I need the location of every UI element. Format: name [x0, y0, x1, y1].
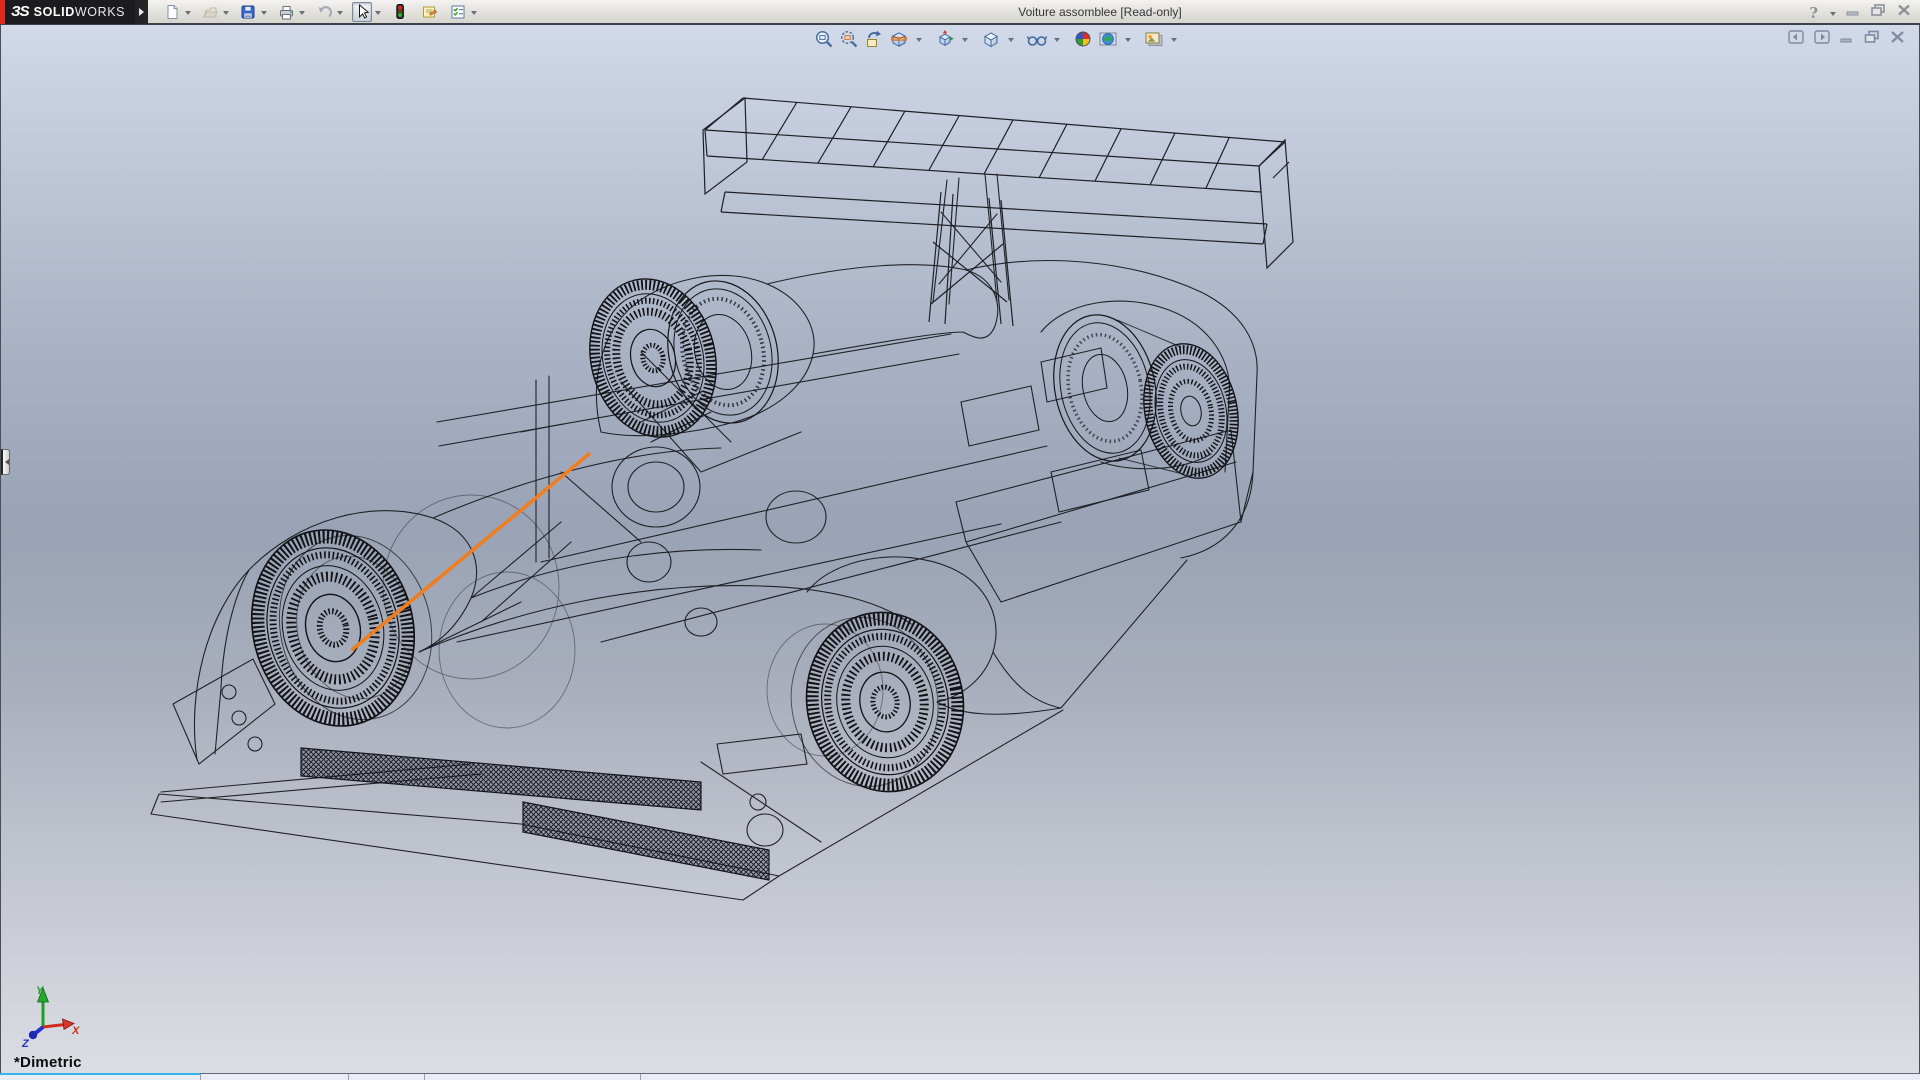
- rear-wing: [703, 98, 1293, 326]
- open-folder-icon: [200, 2, 220, 22]
- save-floppy-icon: [238, 2, 258, 22]
- dropdown-caret[interactable]: [375, 11, 381, 15]
- 3ds-logo-mark: ЗS: [11, 3, 29, 20]
- select-cursor-icon: [352, 2, 372, 22]
- status-accent-bar: [0, 1073, 200, 1075]
- x-axis-label: X: [71, 1025, 80, 1037]
- restore-button[interactable]: [1870, 3, 1887, 22]
- close-button[interactable]: [1896, 3, 1912, 22]
- front-left-wheel: [231, 508, 451, 743]
- dropdown-caret[interactable]: [337, 11, 343, 15]
- save-button[interactable]: [238, 2, 267, 22]
- front-right-wheel: [573, 265, 732, 450]
- open-document-button[interactable]: [200, 2, 229, 22]
- wireframe-car-model[interactable]: [1, 25, 1920, 1073]
- solidworks-logo: ЗS SOLIDWORKS: [0, 0, 135, 24]
- new-document-button[interactable]: [162, 2, 191, 22]
- logo-red-stripe: [0, 0, 5, 24]
- select-tool-button[interactable]: [352, 2, 381, 22]
- help-button[interactable]: ?: [1809, 4, 1818, 22]
- solidworks-wordmark: SOLIDWORKS: [34, 5, 125, 19]
- new-document-icon: [162, 2, 182, 22]
- minimize-button[interactable]: [1845, 3, 1861, 22]
- help-dropdown-caret[interactable]: [1830, 12, 1836, 16]
- status-bar: [0, 1073, 1920, 1080]
- dropdown-caret[interactable]: [261, 11, 267, 15]
- undo-arrow-icon: [314, 2, 334, 22]
- toolbar-flyout-button[interactable]: [135, 0, 148, 24]
- front-right-rim-face: [653, 269, 793, 435]
- dropdown-caret[interactable]: [185, 11, 191, 15]
- view-orientation-label: *Dimetric: [14, 1054, 82, 1071]
- z-axis-label: Z: [21, 1038, 30, 1049]
- solidworks-window: ЗS SOLIDWORKS: [0, 0, 1920, 1080]
- window-controls: ?: [1809, 0, 1912, 25]
- dropdown-caret[interactable]: [223, 11, 229, 15]
- graphics-area[interactable]: Y X Z *Dimetric: [0, 25, 1920, 1073]
- undo-button[interactable]: [314, 2, 343, 22]
- printer-icon: [276, 2, 296, 22]
- document-title: Voiture assomblee [Read-only]: [400, 5, 1800, 19]
- z-axis-ball: [29, 1031, 37, 1039]
- reference-triad: Y X Z: [19, 983, 83, 1049]
- flyout-arrow-icon: [139, 8, 144, 16]
- print-button[interactable]: [276, 2, 305, 22]
- titlebar: ЗS SOLIDWORKS: [0, 0, 1920, 25]
- side-skirt-mesh: [301, 748, 769, 880]
- dropdown-caret[interactable]: [299, 11, 305, 15]
